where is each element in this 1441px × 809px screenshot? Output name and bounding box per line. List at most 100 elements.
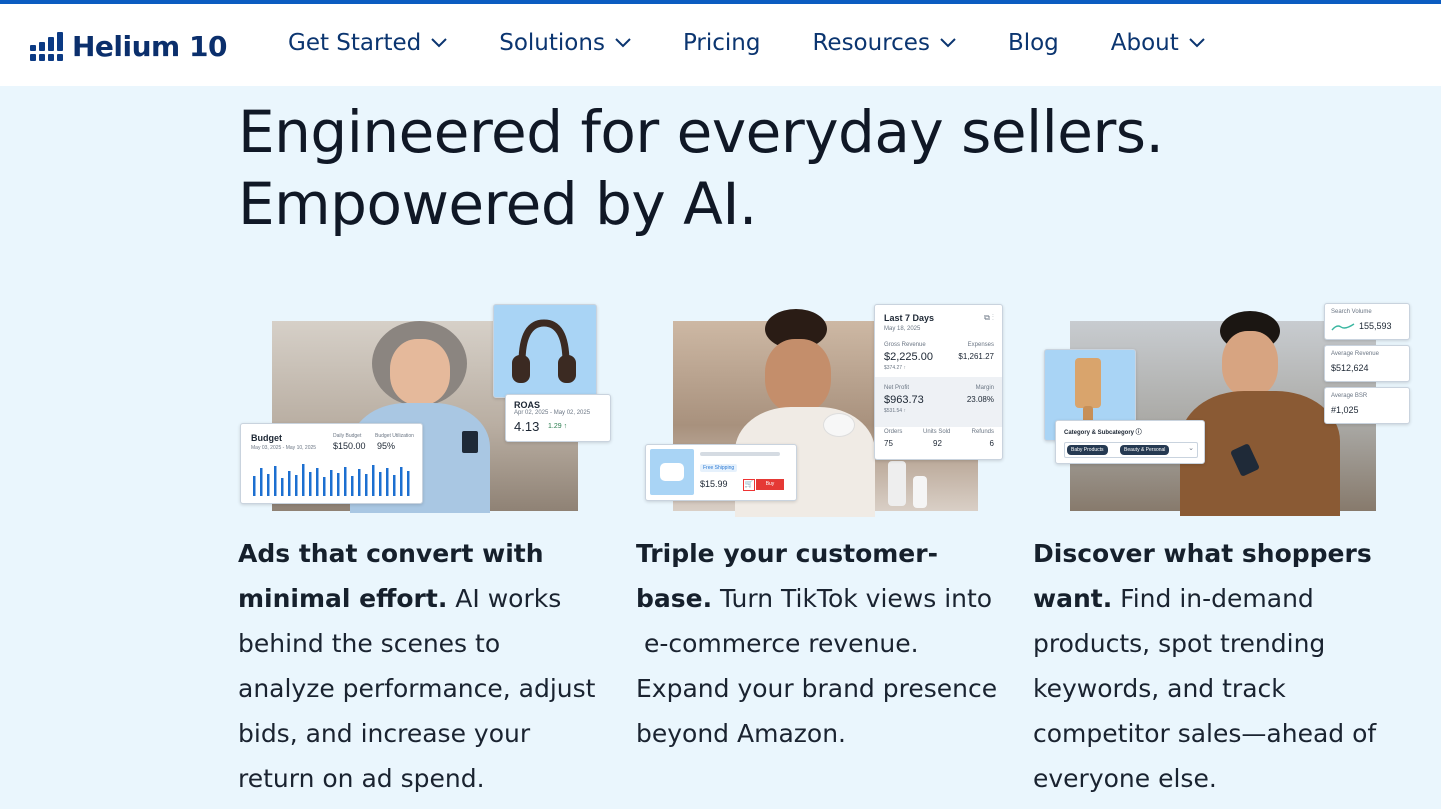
external-link-icon[interactable]: ⧉ ⋮ bbox=[984, 313, 994, 323]
average-revenue-widget: Average Revenue $512,624 bbox=[1324, 345, 1410, 382]
discovery-feature-image: Category & Subcategory ⓘ Baby Products B… bbox=[1037, 296, 1412, 516]
search-volume-widget: Search Volume 155,593 bbox=[1324, 303, 1410, 340]
nav-label: Solutions bbox=[499, 30, 605, 56]
feature-heading: base. bbox=[636, 584, 713, 613]
hero-line-2: Empowered by AI. bbox=[238, 170, 757, 238]
gross-revenue-sub: $374.27 ↑ bbox=[884, 365, 906, 371]
tiktok-product-card: Free Shipping $15.99 🛒 Buy bbox=[645, 444, 797, 501]
last7-title: Last 7 Days bbox=[884, 313, 935, 323]
margin-label: Margin bbox=[975, 385, 994, 391]
feature-heading: Ads that convert with bbox=[238, 539, 544, 568]
average-bsr-label: Average BSR bbox=[1331, 393, 1368, 399]
chevron-down-icon bbox=[431, 38, 447, 48]
budget-dates: May 03, 2025 - May 10, 2025 bbox=[251, 445, 317, 451]
category-tag[interactable]: Baby Products bbox=[1067, 445, 1108, 455]
daily-budget-label: Daily Budget bbox=[333, 433, 362, 439]
free-shipping-badge: Free Shipping bbox=[700, 464, 738, 472]
feature-body: everyone else. bbox=[1033, 764, 1217, 793]
roas-dates: Apr 02, 2025 - May 02, 2025 bbox=[514, 410, 591, 416]
feature-heading: Triple your customer- bbox=[636, 539, 938, 568]
nav-label: Blog bbox=[1007, 30, 1059, 56]
feature-body: Expand your brand presence bbox=[636, 674, 998, 703]
nav-label: Resources bbox=[812, 30, 930, 56]
units-sold-label: Units Sold bbox=[923, 429, 951, 435]
daily-budget-value: $150.00 bbox=[333, 441, 366, 451]
hero-line-1: Engineered for everyday sellers. bbox=[238, 98, 1164, 166]
roas-value: 4.13 bbox=[514, 419, 540, 434]
nav-blog[interactable]: Blog bbox=[1008, 30, 1059, 56]
feature-body: bids, and increase your bbox=[238, 719, 531, 748]
feature-heading: minimal effort. bbox=[238, 584, 448, 613]
feature-body: behind the scenes to bbox=[238, 629, 501, 658]
nav-label: Get Started bbox=[288, 30, 422, 56]
budget-utilization-value: 95% bbox=[377, 441, 396, 451]
roas-widget: ROAS Apr 02, 2025 - May 02, 2025 4.13 1.… bbox=[505, 394, 611, 442]
cart-icon[interactable]: 🛒 bbox=[743, 479, 755, 491]
chevron-down-icon[interactable]: ⌄ bbox=[1188, 444, 1194, 452]
feature-heading: Discover what shoppers bbox=[1033, 539, 1372, 568]
discovery-feature-text: Discover what shoppers want. Find in-dem… bbox=[1033, 531, 1433, 801]
nav-pricing[interactable]: Pricing bbox=[683, 30, 761, 56]
last7-date: May 18, 2025 bbox=[884, 326, 921, 332]
nav-label: About bbox=[1110, 30, 1179, 56]
gross-revenue-label: Gross Revenue bbox=[884, 342, 926, 348]
feature-body: return on ad spend. bbox=[238, 764, 485, 793]
product-thumbnail bbox=[650, 449, 694, 495]
budget-utilization-label: Budget Utilization bbox=[375, 433, 414, 439]
feature-body: keywords, and track bbox=[1033, 674, 1286, 703]
feature-body: e-commerce revenue. bbox=[636, 629, 919, 658]
feature-body: products, spot trending bbox=[1033, 629, 1326, 658]
net-profit-value: $963.73 bbox=[884, 394, 924, 406]
orders-value: 75 bbox=[884, 439, 893, 448]
category-select[interactable]: Baby Products Beauty & Personal ⌄ bbox=[1064, 442, 1198, 458]
nav-label: Pricing bbox=[682, 30, 761, 56]
headphones-product-image bbox=[493, 304, 597, 398]
category-tag[interactable]: Beauty & Personal bbox=[1120, 445, 1170, 455]
logo-bars-icon bbox=[30, 31, 64, 62]
category-label: Category & Subcategory ⓘ bbox=[1064, 430, 1142, 436]
ads-feature-text: Ads that convert with minimal effort. AI… bbox=[238, 531, 623, 801]
roas-change: 1.29 ↑ bbox=[548, 423, 568, 430]
refunds-value: 6 bbox=[989, 439, 994, 448]
budget-title: Budget bbox=[251, 433, 282, 443]
feature-body: analyze performance, adjust bbox=[238, 674, 596, 703]
average-revenue-value: $512,624 bbox=[1331, 363, 1369, 373]
margin-value: 23.08% bbox=[966, 395, 994, 404]
search-volume-value: 155,593 bbox=[1359, 321, 1392, 331]
feature-body: Turn TikTok views into bbox=[712, 584, 993, 613]
gross-revenue-value: $2,225.00 bbox=[884, 351, 933, 363]
net-profit-label: Net Profit bbox=[884, 385, 910, 391]
search-volume-label: Search Volume bbox=[1331, 309, 1372, 315]
main-nav: Get Started Solutions Pricing Resources … bbox=[288, 30, 1257, 56]
nav-solutions[interactable]: Solutions bbox=[499, 30, 631, 56]
logo-text: Helium 10 bbox=[72, 30, 227, 63]
product-price: $15.99 bbox=[700, 479, 728, 489]
last-7-days-widget: Last 7 Days May 18, 2025 ⧉ ⋮ Gross Reven… bbox=[874, 304, 1003, 460]
roas-title: ROAS bbox=[514, 400, 541, 410]
net-profit-sub: $531.54 ↑ bbox=[884, 408, 906, 414]
feature-body: competitor sales—ahead of bbox=[1033, 719, 1377, 748]
chevron-down-icon bbox=[940, 38, 956, 48]
ads-feature-image: ROAS Apr 02, 2025 - May 02, 2025 4.13 1.… bbox=[239, 296, 614, 513]
trend-line-icon bbox=[1331, 323, 1355, 331]
feature-heading: want. bbox=[1033, 584, 1113, 613]
nav-get-started[interactable]: Get Started bbox=[288, 30, 447, 56]
nav-resources[interactable]: Resources bbox=[812, 30, 956, 56]
feature-body: beyond Amazon. bbox=[636, 719, 846, 748]
nav-about[interactable]: About bbox=[1111, 30, 1205, 56]
feature-body: AI works bbox=[447, 584, 562, 613]
helium10-logo[interactable]: Helium 10 bbox=[30, 30, 227, 63]
tiktok-feature-image: Last 7 Days May 18, 2025 ⧉ ⋮ Gross Reven… bbox=[640, 296, 1015, 517]
budget-bar-sparkline bbox=[253, 464, 410, 496]
category-filter-widget: Category & Subcategory ⓘ Baby Products B… bbox=[1055, 420, 1205, 464]
average-bsr-value: #1,025 bbox=[1331, 405, 1359, 415]
expenses-label: Expenses bbox=[967, 342, 994, 348]
hero-heading: Engineered for everyday sellers. Empower… bbox=[238, 96, 1164, 240]
average-bsr-widget: Average BSR #1,025 bbox=[1324, 387, 1410, 424]
buy-button[interactable]: Buy bbox=[756, 479, 784, 490]
site-header: Helium 10 Get Started Solutions Pricing … bbox=[0, 4, 1441, 86]
chevron-down-icon bbox=[615, 38, 631, 48]
refunds-label: Refunds bbox=[971, 429, 994, 435]
budget-widget: Budget May 03, 2025 - May 10, 2025 Daily… bbox=[240, 423, 423, 504]
orders-label: Orders bbox=[884, 429, 903, 435]
